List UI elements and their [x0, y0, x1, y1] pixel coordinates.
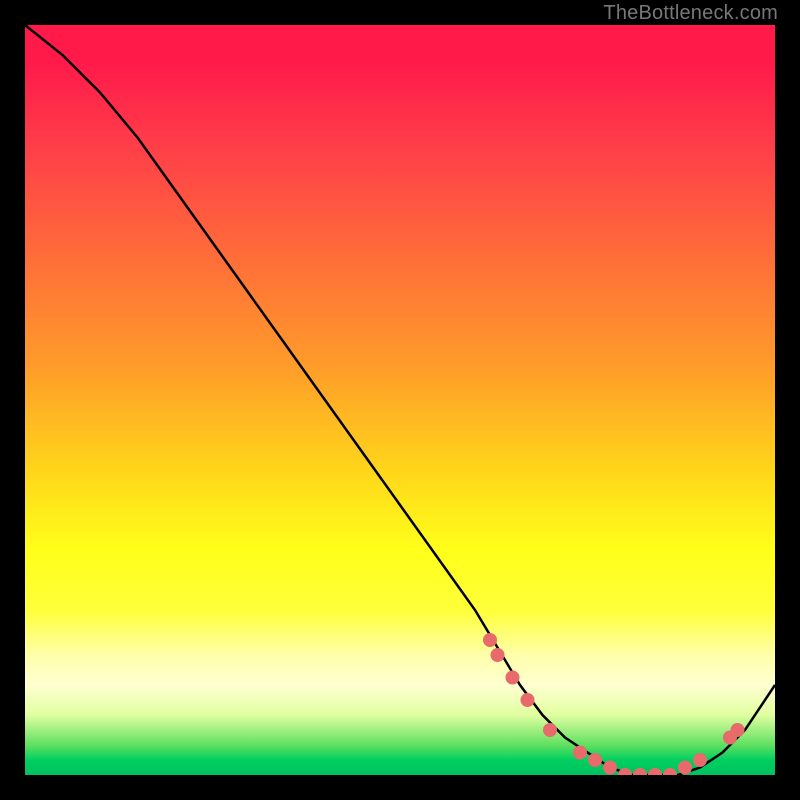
- data-marker: [648, 768, 662, 775]
- data-marker: [506, 671, 520, 685]
- data-marker: [573, 746, 587, 760]
- chart-frame: TheBottleneck.com: [0, 0, 800, 800]
- watermark-text: TheBottleneck.com: [603, 2, 778, 25]
- data-marker: [603, 761, 617, 775]
- data-marker: [693, 753, 707, 767]
- curve-layer: [25, 25, 775, 775]
- data-marker: [618, 768, 632, 775]
- plot-area: [25, 25, 775, 775]
- data-marker: [521, 693, 535, 707]
- bottleneck-curve: [25, 25, 775, 775]
- data-marker: [588, 753, 602, 767]
- data-marker: [491, 648, 505, 662]
- data-marker: [543, 723, 557, 737]
- data-marker: [483, 633, 497, 647]
- data-marker: [731, 723, 745, 737]
- data-marker: [678, 761, 692, 775]
- data-marker: [633, 768, 647, 775]
- data-marker: [663, 768, 677, 775]
- bottleneck-curve-path: [25, 25, 775, 775]
- data-markers: [483, 633, 745, 775]
